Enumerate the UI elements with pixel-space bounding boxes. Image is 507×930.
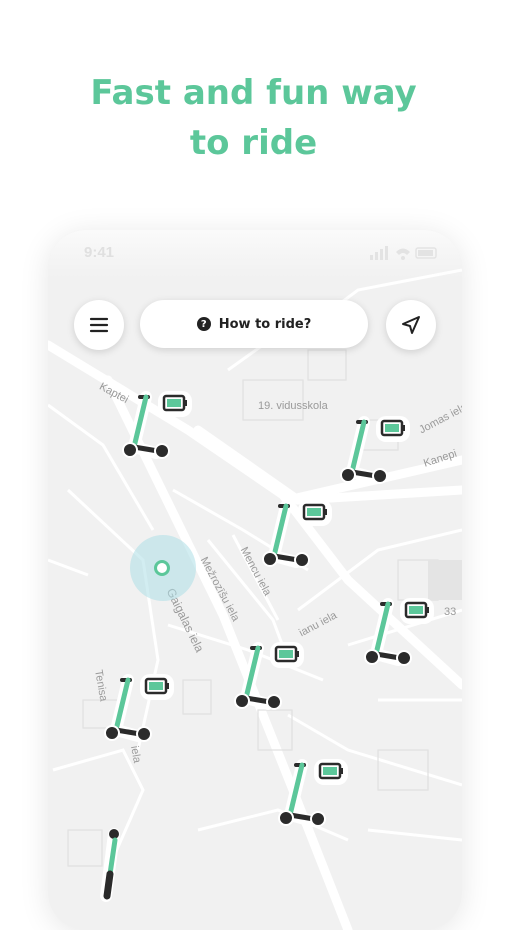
scooter-icon xyxy=(262,500,332,568)
hamburger-menu-icon xyxy=(89,317,109,333)
status-time: 9:41 xyxy=(84,244,115,261)
status-bar: 9:41 xyxy=(48,230,462,278)
scooter-marker[interactable] xyxy=(272,755,352,845)
headline-line-2: to ride xyxy=(189,123,318,163)
street-label: 19. vidusskola xyxy=(258,400,328,412)
scooter-icon xyxy=(364,598,434,666)
scooter-marker[interactable] xyxy=(358,594,438,684)
how-to-ride-button[interactable]: ? How to ride? xyxy=(140,300,368,348)
current-location-marker xyxy=(154,560,170,576)
phone-mockup: Kaptei 19. vidusskola Jomas iela Kanepi … xyxy=(48,230,462,930)
street-label: 33 xyxy=(444,606,457,618)
scooter-marker[interactable] xyxy=(116,387,196,477)
scooter-icon xyxy=(104,674,174,742)
scooter-marker[interactable] xyxy=(334,412,414,502)
scooter-closeup[interactable] xyxy=(98,826,138,906)
headline: Fast and fun way to ride xyxy=(0,68,507,168)
scooter-marker[interactable] xyxy=(98,670,178,760)
scooter-icon xyxy=(340,416,410,484)
how-to-ride-label: How to ride? xyxy=(218,316,312,332)
headline-line-1: Fast and fun way xyxy=(90,73,417,113)
navigation-arrow-icon xyxy=(402,316,420,334)
scooter-icon xyxy=(234,642,304,710)
question-circle-icon: ? xyxy=(196,317,211,331)
scooter-marker[interactable] xyxy=(256,496,336,586)
scooter-icon xyxy=(278,759,348,827)
scooter-marker[interactable] xyxy=(228,638,308,728)
menu-button[interactable] xyxy=(74,300,124,350)
status-icons xyxy=(370,246,437,260)
scooter-icon xyxy=(122,391,192,459)
locate-button[interactable] xyxy=(386,300,436,350)
